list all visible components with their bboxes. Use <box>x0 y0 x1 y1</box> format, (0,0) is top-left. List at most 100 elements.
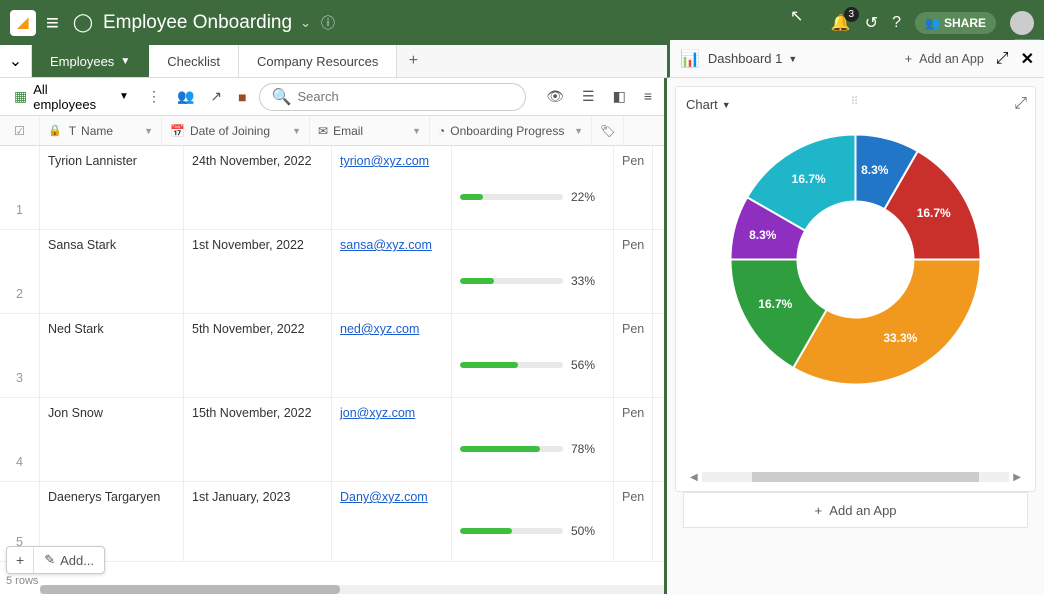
more-icon[interactable]: ⋮ <box>143 84 165 109</box>
tab-checklist[interactable]: Checklist <box>149 45 239 77</box>
scroll-right-icon[interactable]: ▶ <box>1009 472 1025 483</box>
cell-date[interactable]: 24th November, 2022 <box>184 146 332 229</box>
cell-progress[interactable]: 78% <box>452 398 614 481</box>
visibility-icon[interactable]: 👁 <box>542 84 568 109</box>
email-link[interactable]: ned@xyz.com <box>340 322 419 336</box>
cell-email[interactable]: sansa@xyz.com <box>332 230 452 313</box>
search-input[interactable] <box>298 89 514 104</box>
chevron-down-icon[interactable]: ▼ <box>412 126 421 136</box>
tab-company-resources[interactable]: Company Resources <box>239 45 397 77</box>
user-icon[interactable]: ◯ <box>73 12 93 33</box>
table-row[interactable]: 2Sansa Stark1st November, 2022sansa@xyz.… <box>0 230 664 314</box>
checkbox-header-icon[interactable]: ☑ <box>14 124 25 138</box>
history-icon[interactable]: ↺ <box>865 13 878 33</box>
chart-slice-label: 16.7% <box>758 297 792 311</box>
side-panel: 📊 Dashboard 1▼ + Add an App ⤢ ✕ Chart▼ ⠿… <box>664 78 1044 594</box>
panel-title[interactable]: Dashboard 1▼ <box>708 51 797 66</box>
close-icon[interactable]: ✕ <box>1021 49 1034 69</box>
cell-name[interactable]: Ned Stark <box>40 314 184 397</box>
cell-status[interactable]: Pen <box>614 398 653 481</box>
add-row-button[interactable]: + ✎Add... <box>6 546 105 574</box>
info-icon[interactable]: ⓘ <box>321 13 335 33</box>
col-name[interactable]: 🔒TName▼ <box>40 116 162 145</box>
progress-pct: 22% <box>571 190 605 204</box>
cell-email[interactable]: tyrion@xyz.com <box>332 146 452 229</box>
tabs-collapse-icon[interactable]: ⌄ <box>0 45 32 77</box>
progress-pct: 33% <box>571 274 605 288</box>
title-dropdown-icon[interactable]: ⌄ <box>300 15 311 31</box>
col-progress[interactable]: ◔Onboarding Progress▼ <box>430 116 592 145</box>
view-selector[interactable]: ▦ All employees ▼ <box>8 78 135 116</box>
tab-employees[interactable]: Employees▼ <box>32 45 149 77</box>
cell-progress[interactable]: 50% <box>452 482 614 561</box>
cell-name[interactable]: Tyrion Lannister <box>40 146 184 229</box>
avatar[interactable] <box>1010 11 1034 35</box>
search-icon: 🔍 <box>272 87 292 107</box>
add-tab-button[interactable]: + <box>397 45 429 77</box>
scrollbar-thumb[interactable] <box>752 472 980 482</box>
chevron-down-icon[interactable]: ▼ <box>574 126 583 136</box>
cell-date[interactable]: 5th November, 2022 <box>184 314 332 397</box>
people-icon[interactable]: 👥 <box>173 84 198 109</box>
add-row-edit[interactable]: ✎Add... <box>34 547 104 573</box>
chart-card: Chart▼ ⠿ ⤢ 8.3%16.7%33.3%16.7%8.3%16.7% … <box>675 86 1036 492</box>
sort-icon[interactable]: ≡ <box>640 84 656 109</box>
filter-icon[interactable]: ☰ <box>578 84 599 109</box>
plus-icon: + <box>814 503 822 518</box>
chevron-down-icon[interactable]: ▼ <box>144 126 153 136</box>
cell-name[interactable]: Sansa Stark <box>40 230 184 313</box>
share-button[interactable]: 👥SHARE <box>915 12 996 34</box>
expand-icon[interactable]: ⤢ <box>996 50 1009 68</box>
chart-hscrollbar[interactable]: ◀ ▶ <box>686 471 1025 483</box>
cell-email[interactable]: Dany@xyz.com <box>332 482 452 561</box>
plus-icon: + <box>905 52 912 66</box>
export-icon[interactable]: ↗ <box>206 84 226 109</box>
cell-status[interactable]: Pen <box>614 482 653 561</box>
chevron-down-icon[interactable]: ▼ <box>292 126 301 136</box>
add-app-footer[interactable]: + Add an App <box>683 492 1028 528</box>
app-logo[interactable]: ◢ <box>10 10 36 36</box>
table-row[interactable]: 1Tyrion Lannister24th November, 2022tyri… <box>0 146 664 230</box>
table-row[interactable]: 3Ned Stark5th November, 2022ned@xyz.com5… <box>0 314 664 398</box>
cell-email[interactable]: jon@xyz.com <box>332 398 452 481</box>
grid-hscrollbar[interactable] <box>40 585 664 594</box>
chevron-down-icon[interactable]: ▼ <box>120 56 130 67</box>
email-link[interactable]: Dany@xyz.com <box>340 490 428 504</box>
cell-date[interactable]: 1st November, 2022 <box>184 230 332 313</box>
col-date[interactable]: 📅Date of Joining▼ <box>162 116 310 145</box>
app-title: Employee Onboarding <box>103 12 292 34</box>
col-email[interactable]: ✉Email▼ <box>310 116 430 145</box>
chart-slice-label: 16.7% <box>792 172 826 186</box>
cell-date[interactable]: 1st January, 2023 <box>184 482 332 561</box>
chevron-down-icon[interactable]: ▼ <box>788 54 797 64</box>
view-toolbar: ▦ All employees ▼ ⋮ 👥 ↗ ■ 🔍 👁 ☰ ◧ ≡ <box>0 78 664 116</box>
cell-progress[interactable]: 33% <box>452 230 614 313</box>
cell-progress[interactable]: 22% <box>452 146 614 229</box>
help-icon[interactable]: ? <box>892 14 901 32</box>
search-input-wrap[interactable]: 🔍 <box>259 83 527 111</box>
cell-email[interactable]: ned@xyz.com <box>332 314 452 397</box>
progress-bar <box>460 362 563 368</box>
block-icon[interactable]: ■ <box>234 85 250 109</box>
cell-status[interactable]: Pen <box>614 314 653 397</box>
cell-date[interactable]: 15th November, 2022 <box>184 398 332 481</box>
scrollbar-thumb[interactable] <box>40 585 340 594</box>
col-extra[interactable]: 🏷 <box>592 116 624 145</box>
email-link[interactable]: sansa@xyz.com <box>340 238 432 252</box>
cell-progress[interactable]: 56% <box>452 314 614 397</box>
notifications-icon[interactable]: 🔔3 <box>831 13 851 33</box>
scroll-left-icon[interactable]: ◀ <box>686 472 702 483</box>
plus-icon[interactable]: + <box>7 547 34 573</box>
color-icon[interactable]: ◧ <box>609 84 630 109</box>
email-link[interactable]: tyrion@xyz.com <box>340 154 429 168</box>
chevron-down-icon[interactable]: ▼ <box>722 100 731 110</box>
email-link[interactable]: jon@xyz.com <box>340 406 415 420</box>
cell-name[interactable]: Jon Snow <box>40 398 184 481</box>
menu-icon[interactable]: ≡ <box>46 10 59 36</box>
cell-status[interactable]: Pen <box>614 146 653 229</box>
card-expand-icon[interactable]: ⤢ <box>1014 95 1027 113</box>
cell-status[interactable]: Pen <box>614 230 653 313</box>
drag-handle-icon[interactable]: ⠿ <box>850 95 860 108</box>
table-row[interactable]: 4Jon Snow15th November, 2022jon@xyz.com7… <box>0 398 664 482</box>
add-app-link[interactable]: + Add an App <box>905 52 984 66</box>
